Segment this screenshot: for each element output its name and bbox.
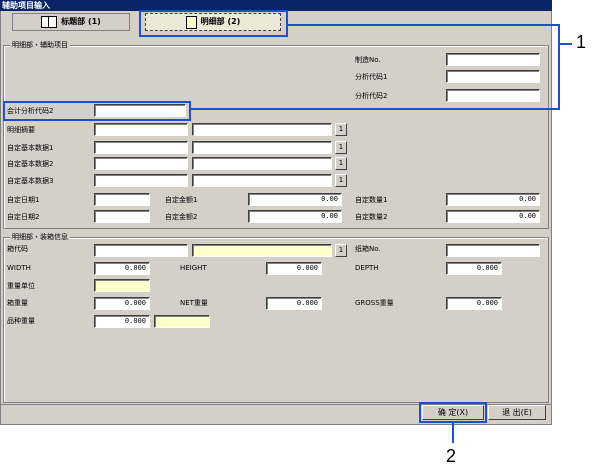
- item-weight-unit-input: [154, 315, 210, 328]
- group-title: 明细部・装箱信息: [10, 232, 70, 242]
- custom-basic-data1-input[interactable]: [94, 141, 188, 154]
- carton-no-input[interactable]: [446, 244, 540, 257]
- callout-line: [191, 108, 560, 110]
- custom-date2-input[interactable]: [94, 210, 150, 223]
- height-input[interactable]: 0.000: [266, 262, 322, 275]
- book-icon: [41, 16, 58, 28]
- custom-basic-data2-input[interactable]: [94, 157, 188, 170]
- tab-label: 标题部 (1): [61, 17, 101, 26]
- height-label: HEIGHT: [180, 264, 207, 272]
- item-weight-input[interactable]: 0.000: [94, 315, 150, 328]
- depth-label: DEPTH: [355, 264, 379, 272]
- custom-basic-data1-select-button[interactable]: 1: [335, 141, 347, 154]
- group-title: 明细部・辅助项目: [10, 40, 70, 50]
- detail-summary-select-button[interactable]: 1: [335, 123, 347, 136]
- analysis-code1-label: 分析代码1: [355, 73, 388, 81]
- gross-weight-input[interactable]: 0.000: [446, 297, 502, 310]
- item-weight-label: 品种重量: [7, 317, 35, 325]
- custom-date2-label: 自定日期2: [7, 213, 40, 221]
- custom-amount1-input[interactable]: 0.00: [248, 193, 342, 206]
- custom-basic-data2-name-input[interactable]: [192, 157, 332, 170]
- custom-qty2-label: 自定数量2: [355, 213, 388, 221]
- box-code-label: 箱代码: [7, 245, 28, 253]
- manufacture-no-label: 制造No.: [355, 56, 381, 64]
- analysis-code1-input[interactable]: [446, 70, 540, 83]
- manufacture-no-input[interactable]: [446, 53, 540, 66]
- custom-basic-data3-label: 自定基本数据3: [7, 177, 54, 185]
- detail-summary-input[interactable]: [94, 123, 188, 136]
- depth-input[interactable]: 0.000: [446, 262, 502, 275]
- box-code-input[interactable]: [94, 244, 188, 257]
- custom-qty1-input[interactable]: 0.00: [446, 193, 540, 206]
- callout-line: [288, 24, 558, 26]
- analysis-code2-label: 分析代码2: [355, 92, 388, 100]
- gross-weight-label: GROSS重量: [355, 299, 394, 307]
- custom-date1-label: 自定日期1: [7, 196, 40, 204]
- detail-summary-name-input[interactable]: [192, 123, 332, 136]
- carton-no-label: 纸箱No.: [355, 245, 381, 253]
- box-weight-input[interactable]: 0.000: [94, 297, 150, 310]
- custom-amount1-label: 自定金额1: [165, 196, 198, 204]
- custom-qty1-label: 自定数量1: [355, 196, 388, 204]
- detail-summary-label: 明细摘要: [7, 126, 35, 134]
- width-input[interactable]: 0.000: [94, 262, 150, 275]
- custom-amount2-input[interactable]: 0.00: [248, 210, 342, 223]
- box-code-name-input: [192, 244, 332, 257]
- net-weight-label: NET重量: [180, 299, 208, 307]
- highlight-box-field: [3, 101, 191, 121]
- custom-amount2-label: 自定金额2: [165, 213, 198, 221]
- custom-basic-data1-name-input[interactable]: [192, 141, 332, 154]
- custom-basic-data2-label: 自定基本数据2: [7, 160, 54, 168]
- net-weight-input[interactable]: 0.000: [266, 297, 322, 310]
- highlight-box-ok: [419, 402, 487, 423]
- highlight-box-tab: [139, 10, 288, 37]
- custom-basic-data1-label: 自定基本数据1: [7, 144, 54, 152]
- width-label: WIDTH: [7, 264, 31, 272]
- callout-number-2: 2: [446, 446, 457, 466]
- custom-basic-data3-input[interactable]: [94, 174, 188, 187]
- callout-number-1: 1: [576, 32, 587, 52]
- box-weight-label: 箱重量: [7, 299, 28, 307]
- custom-basic-data2-select-button[interactable]: 1: [335, 157, 347, 170]
- callout-line: [452, 423, 454, 443]
- analysis-code2-input[interactable]: [446, 89, 540, 102]
- custom-basic-data3-select-button[interactable]: 1: [335, 174, 347, 187]
- exit-button[interactable]: 退 出(E): [488, 405, 546, 420]
- tab-header-section[interactable]: 标题部 (1): [12, 13, 130, 31]
- custom-basic-data3-name-input[interactable]: [192, 174, 332, 187]
- custom-qty2-input[interactable]: 0.00: [446, 210, 540, 223]
- weight-unit-label: 重量单位: [7, 282, 35, 290]
- custom-date1-input[interactable]: [94, 193, 150, 206]
- weight-unit-input[interactable]: [94, 279, 150, 292]
- box-code-select-button[interactable]: 1: [335, 244, 347, 257]
- callout-line: [558, 24, 560, 109]
- callout-line: [560, 43, 572, 45]
